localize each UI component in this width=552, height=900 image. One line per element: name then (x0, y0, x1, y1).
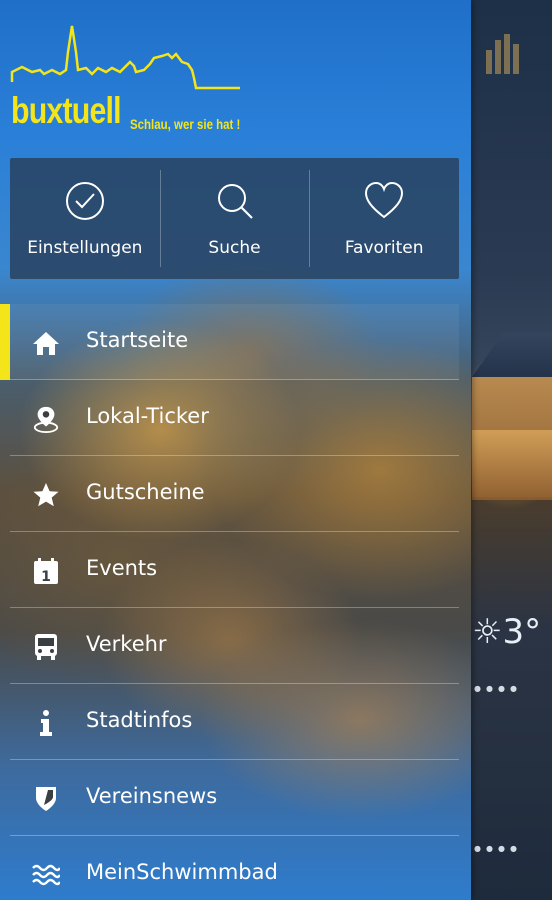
check-circle-icon (65, 182, 104, 220)
weather-temperature: ☼3° (472, 612, 542, 652)
page-indicator: ●●●● (474, 684, 522, 693)
star-icon (32, 482, 60, 508)
svg-text:1: 1 (41, 569, 51, 585)
home-icon (32, 330, 60, 356)
shield-icon (32, 786, 60, 812)
bus-icon (32, 634, 60, 660)
calendar-icon: 1 (32, 558, 60, 585)
app-header-icon (486, 34, 519, 74)
page-indicator-2: ●●●● (474, 844, 522, 853)
active-indicator (0, 304, 10, 380)
background-house-lit (472, 430, 552, 500)
waves-icon (32, 862, 60, 888)
menu-item-gutscheine[interactable]: Gutscheine (0, 456, 459, 532)
menu-label-verkehr: Verkehr (86, 632, 167, 656)
menu-label-meinschwimmbad: MeinSchwimmbad (86, 860, 278, 884)
search-button[interactable]: Suche (159, 158, 310, 279)
menu-item-verkehr[interactable]: Verkehr (0, 608, 459, 684)
main-menu: Startseite Lokal-Ticker Gutscheine 1 Eve… (0, 304, 459, 900)
search-label: Suche (208, 238, 261, 258)
settings-button[interactable]: Einstellungen (10, 158, 160, 279)
menu-item-vereinsnews[interactable]: Vereinsnews (0, 760, 459, 836)
app-logo[interactable]: buxtuell Schlau, wer sie hat ! (10, 22, 250, 142)
menu-label-events: Events (86, 556, 158, 580)
quick-actions-panel: Einstellungen Suche Favoriten (10, 158, 459, 279)
menu-label-stadtinfos: Stadtinfos (86, 708, 193, 732)
menu-label-vereinsnews: Vereinsnews (86, 784, 218, 808)
sun-icon: ☼ (472, 612, 503, 652)
menu-item-lokal-ticker[interactable]: Lokal-Ticker (0, 380, 459, 456)
menu-item-stadtinfos[interactable]: Stadtinfos (0, 684, 459, 760)
search-icon (217, 184, 253, 219)
settings-label: Einstellungen (27, 238, 143, 258)
menu-item-events[interactable]: 1 Events (0, 532, 459, 608)
info-icon (32, 710, 60, 736)
favorites-label: Favoriten (344, 238, 424, 258)
brand-slogan: Schlau, wer sie hat ! (130, 116, 241, 132)
navigation-drawer: buxtuell Schlau, wer sie hat ! Einstellu… (0, 0, 471, 900)
location-pin-icon (32, 406, 60, 433)
heart-icon (365, 181, 404, 219)
menu-item-startseite[interactable]: Startseite (0, 304, 459, 380)
background-house-roof (472, 332, 552, 377)
menu-label-lokal-ticker: Lokal-Ticker (86, 404, 209, 428)
favorites-button[interactable]: Favoriten (309, 158, 459, 279)
menu-item-meinschwimmbad[interactable]: MeinSchwimmbad (0, 836, 459, 900)
town-skyline-icon (10, 25, 240, 90)
menu-label-gutscheine: Gutscheine (86, 480, 205, 504)
menu-label-startseite: Startseite (86, 328, 189, 352)
brand-name: buxtuell (11, 90, 122, 131)
